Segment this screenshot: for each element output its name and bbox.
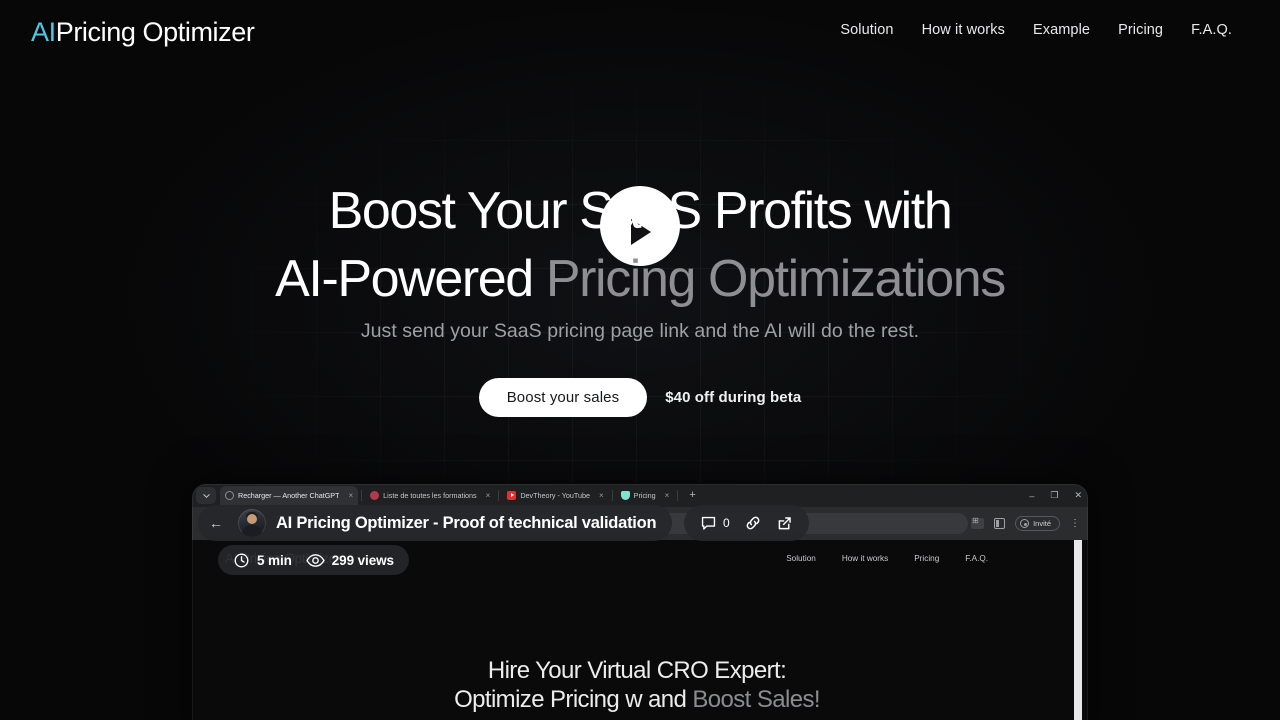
- profile-avatar-icon: [1020, 519, 1030, 528]
- window-close-icon[interactable]: ✕: [1074, 490, 1082, 501]
- inner-nav-item-how-it-works[interactable]: How it works: [842, 554, 888, 563]
- nav-item-solution[interactable]: Solution: [826, 22, 907, 38]
- viewport-scrollbar-thumb[interactable]: [1074, 540, 1082, 720]
- nav-item-faq[interactable]: F.A.Q.: [1177, 22, 1246, 38]
- page-root: AIPricing Optimizer Solution How it work…: [0, 0, 1280, 720]
- brand-logo-rest: Pricing Optimizer: [55, 17, 255, 47]
- tab-close-icon[interactable]: ×: [665, 491, 670, 500]
- inner-headline-line-2: Optimize Pricing w and Boost Sales!: [192, 685, 1082, 714]
- page-title: Boost Your SaaS Profits with AI-Powered …: [0, 185, 1280, 305]
- browser-tabstrip: Recharger — Another ChatGPT × Liste de t…: [192, 484, 1088, 507]
- inner-headline-part-b: and: [641, 686, 693, 714]
- tab-divider: [677, 490, 679, 501]
- video-title-bar: ← AI Pricing Optimizer - Proof of techni…: [198, 505, 673, 541]
- clock-icon: [234, 553, 249, 567]
- browser-tab[interactable]: Recharger — Another ChatGPT ×: [220, 486, 359, 505]
- eye-icon: [306, 553, 325, 567]
- tab-close-icon[interactable]: ×: [348, 491, 353, 500]
- brand-logo[interactable]: AIPricing Optimizer: [31, 17, 255, 48]
- avatar-body: [242, 525, 262, 537]
- chatgpt-favicon-icon: [225, 491, 234, 500]
- nav-item-example[interactable]: Example: [1019, 22, 1104, 38]
- video-views: 299 views: [306, 552, 394, 569]
- views-label: 299 views: [331, 552, 394, 568]
- browser-menu-kebab-icon[interactable]: ⋮: [1070, 518, 1080, 529]
- inner-nav: Solution How it works Pricing F.A.Q.: [786, 554, 988, 563]
- open-external-button[interactable]: [776, 515, 793, 532]
- browser-tab[interactable]: DevTheory - YouTube ×: [502, 486, 608, 505]
- new-tab-plus-icon[interactable]: +: [689, 490, 695, 501]
- formations-favicon-icon: [370, 491, 380, 500]
- headline-line-2-white: AI-Powered: [275, 250, 546, 308]
- tab-divider: [611, 490, 613, 501]
- tab-close-icon[interactable]: ×: [599, 491, 604, 500]
- tab-title: Pricing: [633, 491, 656, 500]
- headline-line-2-muted: Pricing Optimizations: [545, 250, 1006, 308]
- browser-toolbar-actions: Invité ⋮: [971, 507, 1080, 540]
- avatar: [238, 509, 266, 537]
- side-panel-icon[interactable]: [994, 518, 1006, 529]
- video-toolbar: 0: [684, 505, 809, 541]
- beta-discount-note: $40 off during beta: [665, 389, 802, 406]
- hero-cta-row: Boost your sales $40 off during beta: [0, 378, 1280, 417]
- external-link-icon: [778, 516, 791, 529]
- profile-label: Invité: [1033, 519, 1051, 528]
- duration-label: 5 min: [257, 552, 292, 568]
- avatar-face: [247, 514, 257, 524]
- headline-line-2: AI-Powered Pricing Optimizations: [0, 253, 1280, 305]
- inner-nav-item-pricing[interactable]: Pricing: [914, 554, 939, 563]
- video-duration: 5 min: [233, 552, 292, 569]
- tab-divider: [361, 490, 363, 501]
- pricing-favicon-icon: [620, 491, 630, 500]
- inner-nav-item-faq[interactable]: F.A.Q.: [965, 554, 988, 563]
- brand-logo-accent: AI: [31, 17, 56, 47]
- link-icon: [746, 516, 760, 530]
- headline-line-1: Boost Your SaaS Profits with: [328, 182, 953, 240]
- nav-item-pricing[interactable]: Pricing: [1104, 22, 1177, 38]
- nav-item-how-it-works[interactable]: How it works: [908, 22, 1019, 38]
- site-header: AIPricing Optimizer Solution How it work…: [0, 0, 1280, 64]
- copy-link-button[interactable]: [744, 514, 762, 532]
- tab-divider: [498, 490, 500, 501]
- inner-headline-part-a: Optimize Pricing w: [454, 686, 643, 714]
- inner-nav-item-solution[interactable]: Solution: [786, 554, 816, 563]
- window-maximize-icon[interactable]: ❐: [1050, 490, 1058, 501]
- translate-icon[interactable]: [971, 516, 985, 529]
- tab-title: Recharger — Another ChatGPT: [238, 491, 340, 500]
- tab-close-icon[interactable]: ×: [486, 491, 491, 500]
- comment-button[interactable]: 0: [700, 515, 730, 532]
- browser-tab[interactable]: Pricing ×: [616, 486, 675, 505]
- tab-title: DevTheory - YouTube: [520, 491, 590, 500]
- tab-search-chevron-down-icon[interactable]: [196, 487, 216, 504]
- comment-icon: [701, 516, 716, 530]
- hero-subheadline: Just send your SaaS pricing page link an…: [360, 320, 920, 342]
- profile-guest-button[interactable]: Invité: [1015, 516, 1060, 531]
- video-stats-pill: 5 min 299 views: [218, 545, 409, 575]
- boost-your-sales-button[interactable]: Boost your sales: [478, 378, 648, 417]
- comment-count: 0: [723, 516, 730, 530]
- main-nav: Solution How it works Example Pricing F.…: [826, 22, 1246, 38]
- video-back-arrow-icon[interactable]: ←: [202, 515, 228, 531]
- inner-headline-line-1: Hire Your Virtual CRO Expert:: [487, 657, 787, 684]
- youtube-favicon-icon: [507, 491, 517, 500]
- video-title: AI Pricing Optimizer - Proof of technica…: [276, 513, 657, 532]
- window-controls: – ❐ ✕: [1029, 484, 1082, 507]
- inner-page-title: Hire Your Virtual CRO Expert: Optimize P…: [192, 656, 1082, 715]
- tab-title: Liste de toutes les formations: [383, 491, 477, 500]
- inner-headline-part-c: Boost Sales!: [692, 686, 820, 714]
- window-minimize-icon[interactable]: –: [1029, 491, 1034, 501]
- browser-tab[interactable]: Liste de toutes les formations ×: [365, 486, 495, 505]
